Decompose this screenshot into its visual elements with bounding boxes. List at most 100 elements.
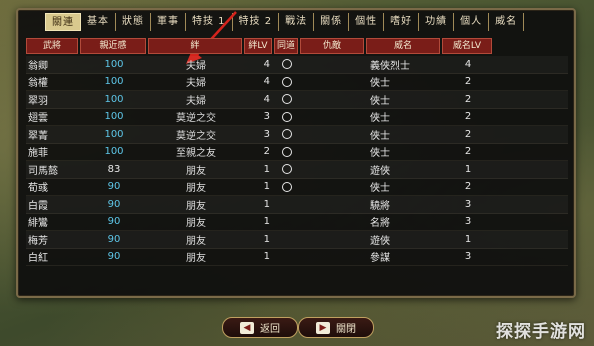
tab-12[interactable]: 威名 (489, 13, 525, 31)
fellow-cell (274, 76, 300, 87)
tab-7[interactable]: 關係 (314, 13, 350, 31)
general-name: 白霞 (28, 200, 48, 212)
col-header-affinity[interactable]: 親近感 (80, 38, 146, 54)
fame-title: 義俠烈士 (370, 60, 410, 72)
bond-level: 1 (263, 233, 270, 245)
table-row[interactable]: 緋鸞 90 朋友 1 名將 3 (26, 214, 568, 231)
table-row[interactable]: 梅芳 90 朋友 1 遊俠 1 (26, 231, 568, 249)
back-button[interactable]: ◀ 返回 (222, 317, 298, 338)
fame-title: 俠士 (370, 113, 390, 125)
circle-icon (282, 129, 292, 140)
bond-type: 夫婦 (186, 95, 206, 107)
fellow-cell (274, 94, 300, 105)
table-header: 武將 親近感 絆 絆LV 同道 仇敵 威名 威名LV (26, 38, 568, 54)
table-row[interactable]: 翁卿 100 夫婦 4 義俠烈士 4 (26, 56, 568, 74)
bond-level: 1 (263, 163, 270, 175)
affinity-value: 100 (104, 111, 124, 123)
tab-8[interactable]: 個性 (349, 13, 385, 31)
general-name: 緋鸞 (28, 218, 48, 230)
bond-type: 朋友 (186, 235, 206, 247)
fame-level: 4 (464, 58, 472, 70)
col-header-fame-lv[interactable]: 威名LV (442, 38, 492, 54)
col-header-bond[interactable]: 絆 (148, 38, 242, 54)
tab-0[interactable]: 關連 (45, 13, 81, 31)
bond-type: 朋友 (186, 183, 206, 195)
bond-level: 4 (263, 58, 270, 70)
fame-level: 2 (464, 128, 472, 140)
col-header-fame[interactable]: 威名 (366, 38, 440, 54)
fame-level: 3 (464, 251, 472, 263)
bond-level: 4 (263, 93, 270, 105)
tab-1[interactable]: 基本 (81, 13, 116, 31)
bond-level: 1 (263, 181, 270, 193)
table-row[interactable]: 翠羽 100 夫婦 4 俠士 2 (26, 91, 568, 109)
general-name: 司馬懿 (28, 165, 58, 177)
affinity-value: 100 (104, 76, 124, 88)
bond-type: 至親之友 (176, 148, 216, 160)
door-close-icon: ▶ (316, 321, 330, 334)
fame-title: 參謀 (370, 253, 390, 265)
col-header-fellow[interactable]: 同道 (274, 38, 298, 54)
bond-level: 1 (263, 198, 270, 210)
tab-10[interactable]: 功績 (419, 13, 455, 31)
bond-type: 夫婦 (186, 78, 206, 90)
circle-icon (282, 94, 292, 105)
table-row[interactable]: 翁權 100 夫婦 4 俠士 2 (26, 74, 568, 91)
table-row[interactable]: 白霞 90 朋友 1 驍將 3 (26, 196, 568, 214)
table-row[interactable]: 司馬懿 83 朋友 1 遊俠 1 (26, 161, 568, 179)
affinity-value: 90 (107, 216, 121, 228)
affinity-value: 100 (104, 146, 124, 158)
fame-title: 名將 (370, 218, 390, 230)
fame-title: 俠士 (370, 148, 390, 160)
bond-type: 朋友 (186, 165, 206, 177)
table-row[interactable]: 施菲 100 至親之友 2 俠士 2 (26, 144, 568, 161)
bond-level: 3 (263, 128, 270, 140)
col-header-general[interactable]: 武將 (26, 38, 78, 54)
fame-title: 遊俠 (370, 165, 390, 177)
tab-9[interactable]: 嗜好 (384, 13, 420, 31)
general-name: 翁卿 (28, 60, 48, 72)
arrow-left-icon: ◀ (240, 321, 254, 334)
fame-level: 2 (464, 181, 472, 193)
bond-level: 2 (263, 146, 270, 158)
circle-icon (282, 164, 292, 175)
circle-icon (282, 146, 292, 157)
bond-type: 朋友 (186, 200, 206, 212)
bond-level: 1 (263, 251, 270, 263)
affinity-value: 100 (104, 128, 124, 140)
general-name: 梅芳 (28, 235, 48, 247)
fame-level: 1 (464, 233, 472, 245)
bond-level: 3 (263, 111, 270, 123)
affinity-value: 100 (104, 58, 124, 70)
fame-level: 3 (464, 216, 472, 228)
table-row[interactable]: 荀彧 90 朋友 1 俠士 2 (26, 179, 568, 196)
affinity-value: 83 (107, 163, 121, 175)
fame-level: 1 (464, 163, 472, 175)
bond-type: 莫逆之交 (176, 130, 216, 142)
affinity-value: 90 (107, 181, 121, 193)
general-name: 翅雲 (28, 113, 48, 125)
fellow-cell (274, 146, 300, 157)
fame-title: 驍將 (370, 200, 390, 212)
fame-title: 俠士 (370, 130, 390, 142)
bond-type: 夫婦 (186, 60, 206, 72)
circle-icon (282, 76, 292, 87)
tab-11[interactable]: 個人 (454, 13, 490, 31)
table-row[interactable]: 白紅 90 朋友 1 參謀 3 (26, 249, 568, 266)
tab-2[interactable]: 狀態 (116, 13, 151, 31)
bond-type: 莫逆之交 (176, 113, 216, 125)
close-button-label: 關閉 (336, 324, 356, 335)
table-row[interactable]: 翅雲 100 莫逆之交 3 俠士 2 (26, 109, 568, 126)
col-header-bond-lv[interactable]: 絆LV (244, 38, 272, 54)
tab-bar: 關連 基本 狀態 軍事 特技 1 特技 2 戰法 關係 個性 嗜好 功績 個人 威名 (45, 13, 525, 31)
tab-6[interactable]: 戰法 (279, 13, 315, 31)
close-button[interactable]: ▶ 關閉 (298, 317, 374, 338)
table-row[interactable]: 翠菁 100 莫逆之交 3 俠士 2 (26, 126, 568, 144)
affinity-value: 100 (104, 93, 124, 105)
general-name: 施菲 (28, 148, 48, 160)
fellow-cell (274, 164, 300, 175)
fame-level: 2 (464, 76, 472, 88)
col-header-enemy[interactable]: 仇敵 (300, 38, 364, 54)
circle-icon (282, 111, 292, 122)
bond-type: 朋友 (186, 218, 206, 230)
